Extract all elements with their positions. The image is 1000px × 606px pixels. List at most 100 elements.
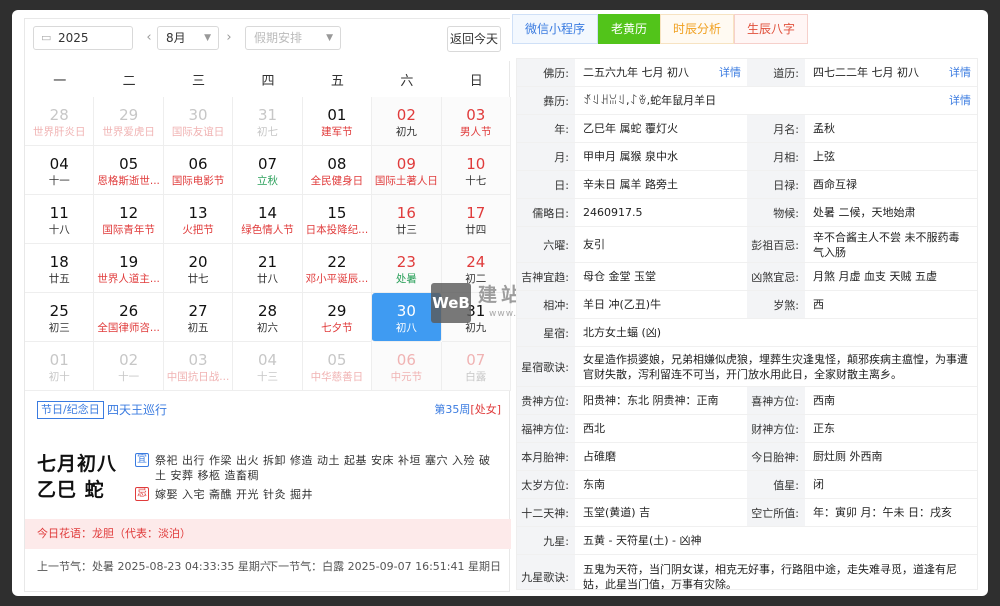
buddhist-details-link[interactable]: 详情 [719,65,741,80]
event-name: 四天王巡行 [107,403,168,417]
label-year: 年: [517,115,575,142]
holiday-select[interactable]: 假期安排 ▼ [245,26,341,50]
label-buddhist: 佛历: [517,59,575,86]
calendar-day-cell[interactable]: 09 国际土著人日 [372,146,442,195]
day-number: 17 [466,204,486,222]
month-name: 孟秋 [813,122,835,135]
calendar-day-cell[interactable]: 26 全国律师咨... [94,293,164,342]
calendar-day-cell[interactable]: 31 初七 [233,97,303,146]
calendar-day-cell[interactable]: 05 恩格斯逝世... [94,146,164,195]
calendar-day-cell[interactable]: 28 世界肝炎日 [25,97,95,146]
calendar-grid: 28 世界肝炎日 29 世界爱虎日 30 国际友谊日 31 初七 01 建军节 02 初九 03 男人节 0… [25,97,511,391]
day-number: 04 [49,155,69,173]
calendar-day-cell[interactable]: 28 初六 [233,293,303,342]
day-number: 05 [327,351,347,369]
day-detail: 节日/纪念日 四天王巡行 第35周[处女] 七月初八 乙巳 蛇 宜 祭祀 出行 … [25,395,511,593]
back-to-today-button[interactable]: 返回今天 [447,26,501,52]
day-subtitle: 邓小平诞辰... [305,273,369,285]
day-subtitle: 处暑 [395,273,417,285]
calendar-day-cell[interactable]: 08 全民健身日 [302,146,373,195]
prev-month-arrow[interactable]: ‹ [141,26,157,50]
week-value: 第35周 [434,403,471,416]
tab-hour-analysis[interactable]: 时辰分析 [660,14,735,44]
calendar-day-cell[interactable]: 27 初五 [163,293,234,342]
weekday-label: 五 [330,74,344,89]
next-month-arrow[interactable]: › [221,26,237,50]
day-subtitle: 廿五 [48,273,70,285]
calendar-day-cell[interactable]: 10 十七 [441,146,511,195]
lunar-mansion: 北方女土蝠 (凶) [583,326,662,339]
day-subtitle: 十一 [48,175,70,187]
ji-icon: 忌 [135,487,149,501]
day-fetus-god: 厨灶厕 外西南 [813,450,883,463]
calendar-day-cell[interactable]: 01 建军节 [302,97,373,146]
calendar-day-cell[interactable]: 14 绿色情人节 [233,195,303,244]
day-number: 31 [257,106,278,124]
year-select[interactable]: ▭ 2025 [33,26,133,50]
calendar-day-cell[interactable]: 25 初三 [25,293,95,342]
day-subtitle: 廿四 [465,224,487,236]
calendar-day-cell[interactable]: 30 国际友谊日 [163,97,234,146]
calendar-day-cell[interactable]: 11 十八 [25,195,95,244]
day-lu: 酉命互禄 [813,178,857,191]
calendar-day-cell[interactable]: 21 廿八 [233,244,303,293]
label-rokuyo: 六曜: [517,227,575,262]
day-number: 07 [466,351,486,369]
moon-phase: 上弦 [813,150,835,163]
taoist-details-link[interactable]: 详情 [949,65,971,80]
calendar-day-cell[interactable]: 02 十一 [94,342,164,391]
yi-value: ꀋꆹꃅꈍꆹ,ꋍꎴ,蛇年鼠月羊日 [583,94,717,107]
calendar-day-cell[interactable]: 01 初十 [25,342,95,391]
day-number: 12 [119,204,139,222]
joy-direction: 西南 [813,394,835,407]
calendar-day-cell[interactable]: 03 男人节 [441,97,511,146]
calendar-day-cell[interactable]: 04 十一 [25,146,95,195]
calendar-day-cell[interactable]: 05 中华慈善日 [302,342,373,391]
calendar-day-cell[interactable]: 07 白露 [441,342,511,391]
calendar-day-cell[interactable]: 31 初九 [441,293,511,342]
tab-birth-bazi[interactable]: 生辰八字 [734,14,809,44]
label-pengzu: 彭祖百忌: [747,227,805,262]
day-number: 28 [257,302,278,320]
calendar-day-cell[interactable]: 03 中国抗日战... [163,342,234,391]
label-month-name: 月名: [747,115,805,142]
calendar-day-cell[interactable]: 22 邓小平诞辰... [302,244,373,293]
calendar-day-cell[interactable]: 29 世界爱虎日 [94,97,164,146]
day-subtitle: 日本投降纪... [305,224,369,236]
calendar-day-cell[interactable]: 23 处暑 [372,244,442,293]
day-number: 27 [188,302,208,320]
label-day: 日: [517,171,575,198]
calendar-day-cell[interactable]: 06 中元节 [372,342,442,391]
tab-wechat-miniprogram[interactable]: 微信小程序 [512,14,599,44]
calendar-day-cell[interactable]: 30 初八 [372,293,442,342]
calendar-day-cell[interactable]: 19 世界人道主... [94,244,164,293]
day-subtitle: 火把节 [182,224,214,236]
calendar-day-cell[interactable]: 16 廿三 [372,195,442,244]
suitable-activities: 祭祀 出行 作梁 出火 拆卸 修造 动土 起基 安床 补垣 塞穴 入殓 破土 安… [155,454,491,482]
calendar-day-cell[interactable]: 13 火把节 [163,195,234,244]
calendar-day-cell[interactable]: 06 国际电影节 [163,146,234,195]
calendar-day-cell[interactable]: 18 廿五 [25,244,95,293]
calendar-day-cell[interactable]: 04 十三 [233,342,303,391]
yi-details-link[interactable]: 详情 [949,93,971,108]
buddhist-calendar: 二五六九年 七月 初八 详情 [575,59,747,86]
calendar-day-cell[interactable]: 07 立秋 [233,146,303,195]
inauspicious-stars: 月煞 月虚 血支 天贼 五虚 [813,270,937,283]
day-subtitle: 初六 [256,322,278,334]
month-fetus-god: 占碓磨 [583,450,616,463]
month-select[interactable]: 8月 ▼ [157,26,219,50]
calendar-day-cell[interactable]: 24 初二 [441,244,511,293]
day-subtitle: 世界爱虎日 [102,126,155,138]
calendar-day-cell[interactable]: 20 廿七 [163,244,234,293]
weekday-label: 六 [400,74,414,89]
calendar-day-cell[interactable]: 17 廿四 [441,195,511,244]
calendar-day-cell[interactable]: 02 初九 [372,97,442,146]
calendar-day-cell[interactable]: 29 七夕节 [302,293,373,342]
weekday-label: 四 [261,74,275,89]
label-nine-stars: 九星: [517,527,575,554]
calendar-day-cell[interactable]: 15 日本投降纪... [302,195,373,244]
tab-almanac[interactable]: 老黄历 [598,14,661,44]
calendar-day-cell[interactable]: 12 国际青年节 [94,195,164,244]
day-subtitle: 国际电影节 [171,175,225,187]
auspicious-gods: 母仓 金堂 玉堂 [583,270,656,283]
